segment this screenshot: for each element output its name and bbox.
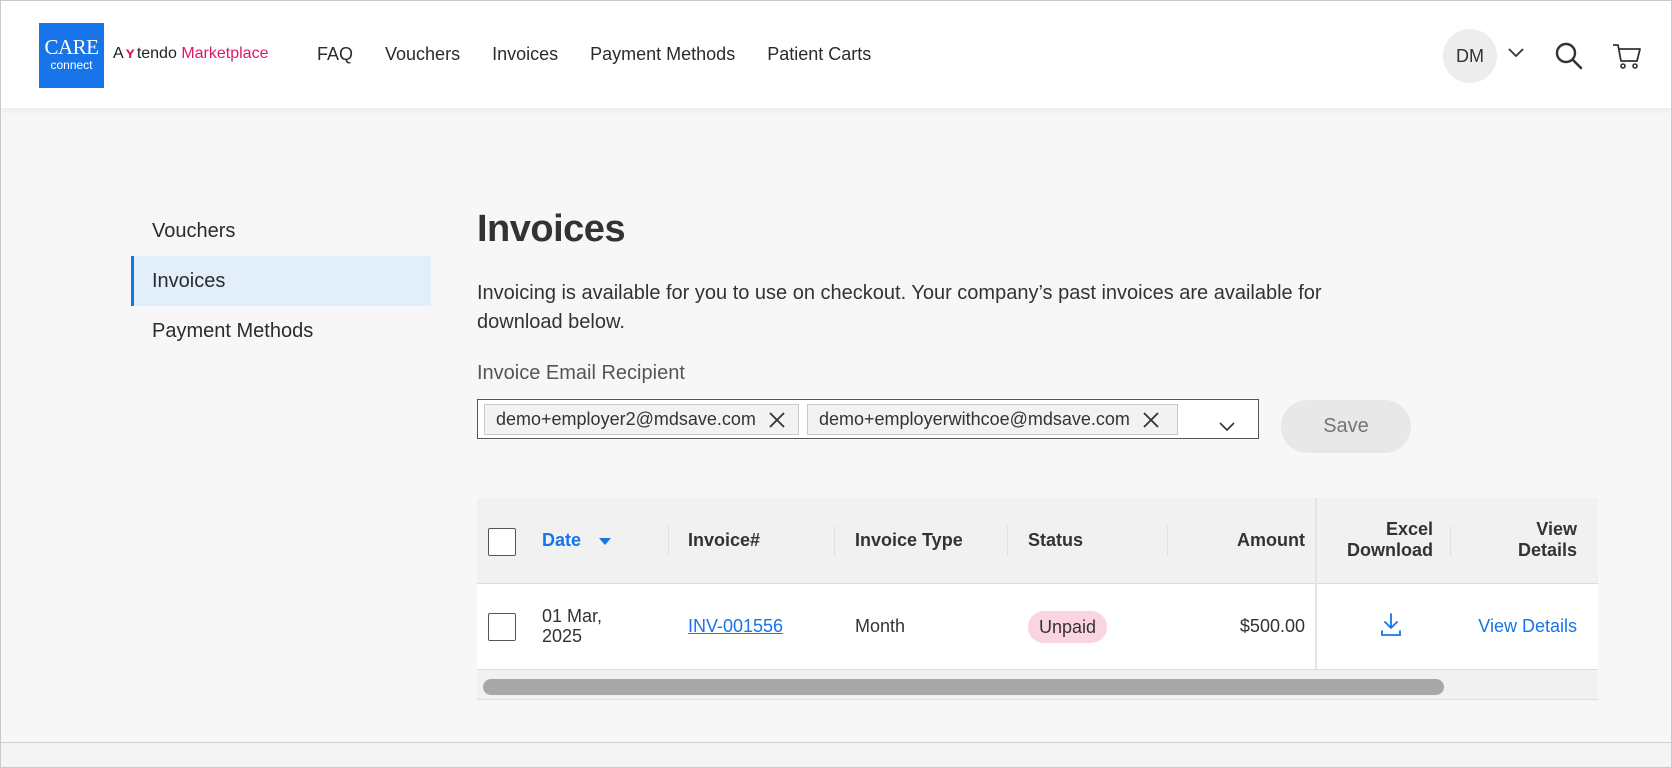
recipient-chip: demo+employer2@mdsave.com — [484, 404, 799, 435]
chevron-down-icon[interactable] — [1218, 421, 1236, 433]
column-divider[interactable] — [834, 526, 835, 556]
brand-a: A — [113, 45, 124, 62]
status-badge: Unpaid — [1028, 611, 1108, 643]
brand-tendo: tendo — [136, 45, 177, 62]
app-window: CARE connect Aʏ tendo Marketplace FAQ Vou… — [0, 0, 1672, 768]
care-connect-logo[interactable]: CARE connect — [39, 23, 104, 88]
column-header-date[interactable]: Date — [542, 530, 612, 551]
nav-faq[interactable]: FAQ — [317, 44, 353, 65]
table-row: 01 Mar, 2025 INV-001556 Month Unpaid $50… — [477, 584, 1598, 670]
recipient-chip-label: demo+employerwithcoe@mdsave.com — [819, 409, 1130, 429]
column-header-view-details: View Details — [1477, 519, 1577, 561]
top-nav: FAQ Vouchers Invoices Payment Methods Pa… — [317, 44, 871, 65]
brand-marketplace: Marketplace — [181, 45, 269, 62]
tendo-mark-icon: ʏ — [125, 45, 135, 62]
row-date-line2: 2025 — [542, 626, 583, 646]
download-icon[interactable] — [1379, 612, 1403, 638]
nav-patient-carts[interactable]: Patient Carts — [767, 44, 871, 65]
column-date-label: Date — [542, 530, 582, 550]
row-invoice-type: Month — [855, 616, 906, 636]
cart-icon[interactable] — [1611, 41, 1643, 71]
sidebar-item-vouchers[interactable]: Vouchers — [131, 206, 431, 256]
invoices-table: Date Invoice# Invoice Type Status Amount… — [477, 498, 1598, 700]
column-divider[interactable] — [1167, 526, 1168, 556]
user-avatar[interactable]: DM — [1443, 29, 1497, 83]
scrollbar-thumb[interactable] — [483, 679, 1444, 695]
page-description: Invoicing is available for you to use on… — [477, 282, 1322, 333]
row-amount: $500.00 — [1239, 616, 1305, 636]
close-icon[interactable] — [768, 411, 786, 429]
footer — [1, 743, 1671, 767]
recipient-multiselect[interactable]: demo+employer2@mdsave.com demo+employerw… — [477, 399, 1259, 439]
view-details-link[interactable]: View Details — [1460, 616, 1577, 637]
row-checkbox[interactable] — [488, 613, 516, 641]
table-header: Date Invoice# Invoice Type Status Amount… — [477, 498, 1598, 584]
recipient-chip-label: demo+employer2@mdsave.com — [496, 409, 756, 429]
chevron-down-icon[interactable] — [1506, 43, 1526, 63]
nav-payment-methods[interactable]: Payment Methods — [590, 44, 735, 65]
column-header-status[interactable]: Status — [1028, 530, 1083, 551]
invoice-number-link[interactable]: INV-001556 — [688, 616, 783, 637]
excel-header-line1: Excel — [1385, 519, 1433, 539]
search-icon[interactable] — [1554, 41, 1584, 71]
close-icon[interactable] — [1142, 411, 1160, 429]
select-all-checkbox[interactable] — [488, 528, 516, 556]
horizontal-scrollbar[interactable] — [477, 670, 1598, 700]
row-date-line1: 01 Mar, — [542, 606, 603, 626]
column-header-type[interactable]: Invoice Type — [855, 530, 963, 551]
recipient-label: Invoice Email Recipient — [477, 362, 685, 384]
logo-line1: CARE — [44, 35, 99, 59]
view-header-line1: View — [1536, 519, 1577, 539]
sidebar-item-invoices[interactable]: Invoices — [131, 256, 431, 306]
logo-line2: connect — [50, 58, 93, 72]
column-divider — [1450, 526, 1451, 556]
column-header-amount[interactable]: Amount — [1177, 530, 1305, 551]
save-button[interactable]: Save — [1281, 400, 1411, 453]
column-header-invoice[interactable]: Invoice# — [688, 530, 760, 551]
column-header-excel-download: Excel Download — [1329, 519, 1433, 561]
excel-header-line2: Download — [1347, 540, 1433, 560]
nav-invoices[interactable]: Invoices — [492, 44, 558, 65]
view-header-line2: Details — [1517, 540, 1577, 560]
sort-desc-icon — [599, 538, 612, 546]
sidebar: Vouchers Invoices Payment Methods — [131, 206, 431, 356]
sticky-column-divider — [1315, 498, 1317, 670]
sidebar-item-payment-methods[interactable]: Payment Methods — [131, 306, 431, 356]
recipient-chip: demo+employerwithcoe@mdsave.com — [807, 404, 1178, 435]
column-divider[interactable] — [668, 526, 669, 556]
top-header: CARE connect Aʏ tendo Marketplace FAQ Vou… — [1, 1, 1671, 108]
tendo-marketplace-brand: Aʏ tendo Marketplace — [113, 45, 268, 63]
column-divider[interactable] — [1007, 526, 1008, 556]
nav-vouchers[interactable]: Vouchers — [385, 44, 460, 65]
row-date: 01 Mar, 2025 — [542, 606, 602, 646]
page-title: Invoices — [477, 208, 626, 250]
